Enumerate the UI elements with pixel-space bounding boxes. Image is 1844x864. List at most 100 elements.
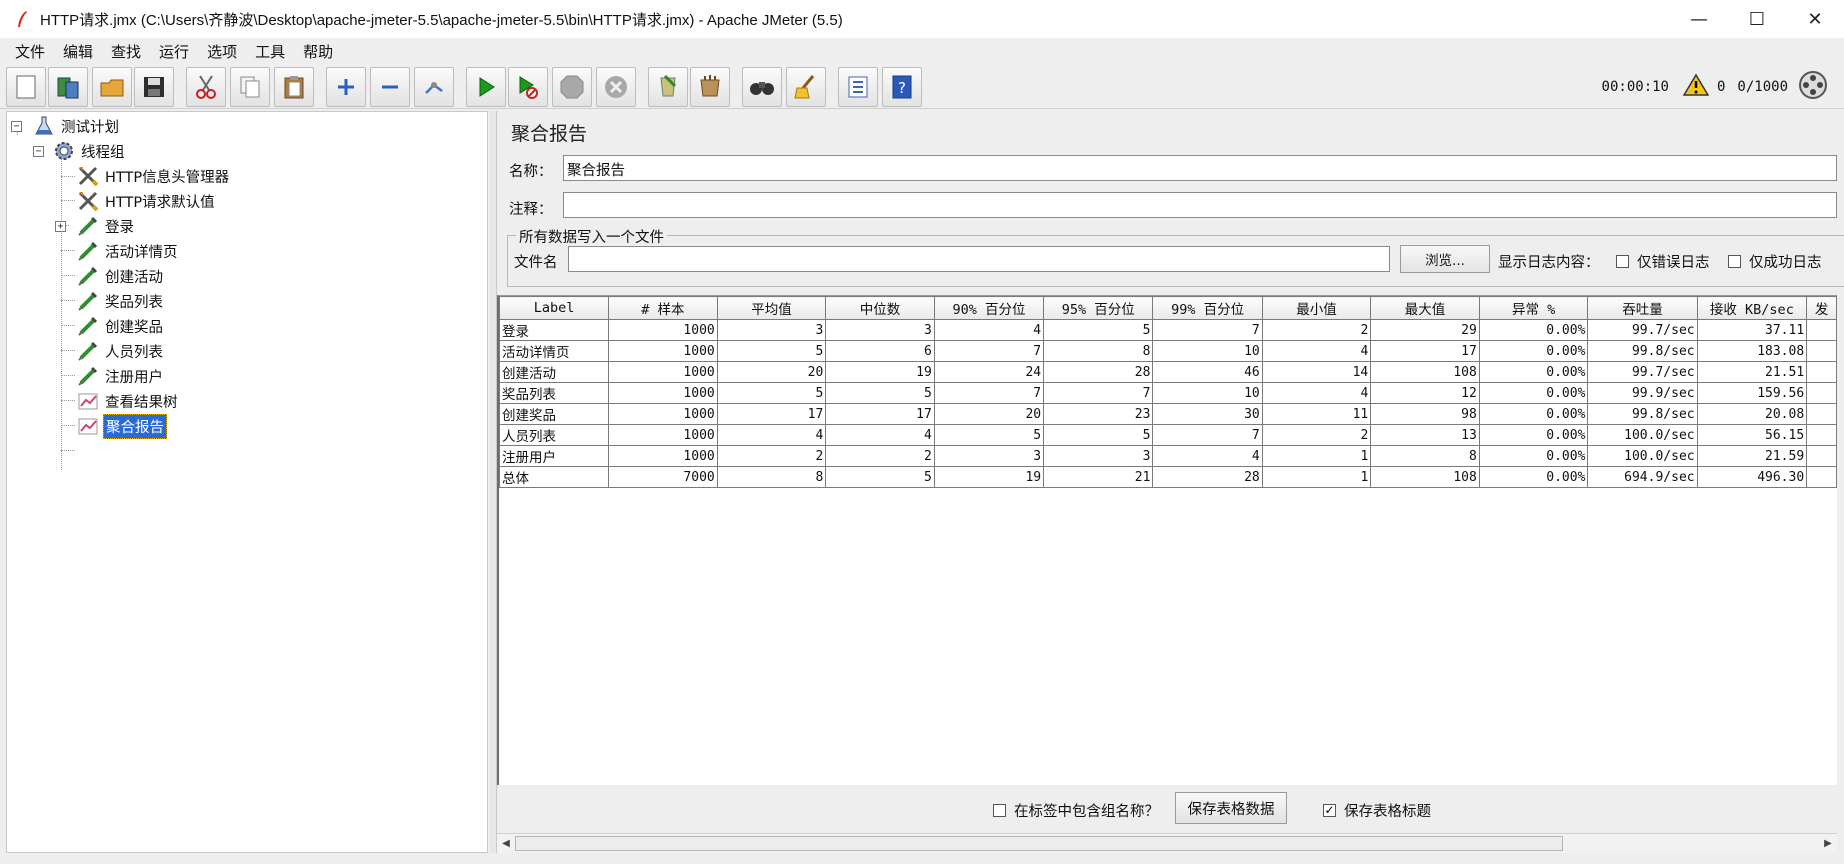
save-table-header-checkbox[interactable]: ✓ 保存表格标题 <box>1323 800 1431 821</box>
col-sent-kb[interactable]: 发 <box>1806 296 1837 320</box>
table-row[interactable]: 人员列表 1000 4 4 5 5 7 2 13 0.00% 100.0/sec 56.15 <box>499 424 1837 446</box>
menu-tools[interactable]: 工具 <box>246 41 294 62</box>
expand-icon[interactable] <box>326 67 366 107</box>
table-row[interactable]: 创建奖品 1000 17 17 20 23 30 11 98 0.00% 99.8/sec 20.08 <box>499 403 1837 425</box>
menu-file[interactable]: 文件 <box>6 41 54 62</box>
col-median[interactable]: 中位数 <box>825 296 935 320</box>
checkbox-box[interactable] <box>1728 255 1741 268</box>
minimize-button[interactable]: — <box>1670 0 1728 38</box>
stop-icon[interactable] <box>552 67 592 107</box>
log-content-label: 显示日志内容： <box>1498 255 1600 271</box>
table-header-row: Label # 样本 平均值 中位数 90% 百分位 95% 百分位 99% 百… <box>499 296 1837 320</box>
collapse-toggle-icon[interactable]: − <box>11 121 22 132</box>
tree-item-test-plan[interactable]: − 测试计划 <box>11 115 121 137</box>
include-group-name-checkbox[interactable]: 在标签中包含组名称？ <box>993 800 1159 821</box>
shutdown-icon[interactable] <box>596 67 636 107</box>
jmeter-feather-icon <box>12 9 32 29</box>
save-table-data-button[interactable]: 保存表格数据 <box>1175 792 1287 824</box>
window-title: HTTP请求.jmx (C:\Users\齐静波\Desktop\apache-… <box>40 11 843 29</box>
menu-search[interactable]: 查找 <box>102 41 150 62</box>
col-label[interactable]: Label <box>499 296 610 320</box>
col-max[interactable]: 最大值 <box>1370 296 1480 320</box>
table-row[interactable]: 活动详情页 1000 5 6 7 8 10 4 17 0.00% 99.8/sec 183.08 <box>499 340 1837 362</box>
table-row[interactable]: 奖品列表 1000 5 5 7 7 10 4 12 0.00% 99.9/sec 159.56 <box>499 382 1837 404</box>
col-min[interactable]: 最小值 <box>1261 296 1372 320</box>
scroll-left-icon[interactable]: ◀ <box>497 834 515 853</box>
col-average[interactable]: 平均值 <box>716 296 827 320</box>
tree-item-activity-detail[interactable]: 活动详情页 <box>77 240 180 262</box>
tree-item-register-user[interactable]: 注册用户 <box>77 365 165 387</box>
tree-item-user-list[interactable]: 人员列表 <box>77 340 165 362</box>
copy-icon[interactable] <box>230 67 270 107</box>
toggle-icon[interactable] <box>414 67 454 107</box>
menu-help[interactable]: 帮助 <box>294 41 342 62</box>
reset-search-icon[interactable] <box>786 67 826 107</box>
filename-field[interactable] <box>568 246 1390 272</box>
clear-all-icon[interactable] <box>690 67 730 107</box>
tree-item-create-activity[interactable]: 创建活动 <box>77 265 165 287</box>
maximize-button[interactable]: ☐ <box>1728 0 1786 38</box>
cut-icon[interactable] <box>186 67 226 107</box>
page-title: 聚合报告 <box>511 123 588 145</box>
table-cell-truncated <box>1806 424 1837 446</box>
start-icon[interactable] <box>466 67 506 107</box>
checkbox-box[interactable] <box>1616 255 1629 268</box>
horizontal-scrollbar[interactable]: ◀ ▶ <box>497 833 1837 853</box>
expand-toggle-icon[interactable]: + <box>55 221 66 232</box>
help-icon[interactable]: ? <box>882 67 922 107</box>
templates-icon[interactable] <box>48 67 88 107</box>
table-row[interactable]: 注册用户 1000 2 2 3 3 4 1 8 0.00% 100.0/sec 21.59 <box>499 445 1837 467</box>
collapse-toggle-icon[interactable]: − <box>33 146 44 157</box>
save-icon[interactable] <box>134 67 174 107</box>
menu-edit[interactable]: 编辑 <box>54 41 102 62</box>
col-samples[interactable]: # 样本 <box>608 296 718 320</box>
col-throughput[interactable]: 吞吐量 <box>1587 296 1698 320</box>
scrollbar-thumb[interactable] <box>515 836 1563 851</box>
tree-item-thread-group[interactable]: − 线程组 <box>33 140 127 162</box>
col-99-percentile[interactable]: 99% 百分位 <box>1152 296 1263 320</box>
tree-item-create-prize[interactable]: 创建奖品 <box>77 315 165 337</box>
table-cell: 100.0/sec <box>1587 445 1698 467</box>
col-error-pct[interactable]: 异常 % <box>1478 296 1589 320</box>
file-output-group: 所有数据写入一个文件 文件名 浏览... 显示日志内容： 仅错误日志 仅成功日志 <box>507 226 1844 287</box>
checkbox-box[interactable] <box>993 804 1006 817</box>
clear-icon[interactable] <box>648 67 688 107</box>
menu-run[interactable]: 运行 <box>150 41 198 62</box>
tree-item-prize-list[interactable]: 奖品列表 <box>77 290 165 312</box>
new-icon[interactable] <box>6 67 46 107</box>
function-helper-icon[interactable] <box>838 67 878 107</box>
table-cell: 1 <box>1261 466 1372 488</box>
close-button[interactable]: ✕ <box>1786 0 1844 38</box>
tree-item-http-request-defaults[interactable]: HTTP请求默认值 <box>77 190 217 212</box>
scroll-right-icon[interactable]: ▶ <box>1819 834 1837 853</box>
col-95-percentile[interactable]: 95% 百分位 <box>1043 296 1154 320</box>
browse-button[interactable]: 浏览... <box>1400 245 1490 273</box>
open-icon[interactable] <box>92 67 132 107</box>
success-only-checkbox[interactable]: 仅成功日志 <box>1728 251 1822 272</box>
paste-icon[interactable] <box>274 67 314 107</box>
table-cell: 21.59 <box>1696 445 1808 467</box>
table-cell: 3 <box>825 319 935 341</box>
search-icon[interactable] <box>742 67 782 107</box>
table-row[interactable]: 登录 1000 3 3 4 5 7 2 29 0.00% 99.7/sec 37.11 <box>499 319 1837 341</box>
config-tools-icon <box>77 190 99 212</box>
errors-only-checkbox[interactable]: 仅错误日志 <box>1616 251 1710 272</box>
warning-icon[interactable] <box>1682 73 1710 101</box>
tree-item-aggregate-report[interactable]: 聚合报告 <box>77 413 167 439</box>
start-no-pause-icon[interactable] <box>508 67 548 107</box>
table-row[interactable]: 总体 7000 8 5 19 21 28 1 108 0.00% 694.9/sec 496.30 <box>499 466 1837 488</box>
table-cell: 14 <box>1261 361 1372 383</box>
comment-field[interactable] <box>563 192 1837 218</box>
test-plan-icon <box>33 115 55 137</box>
tree-item-view-results-tree[interactable]: 查看结果树 <box>77 390 180 412</box>
checkbox-box[interactable]: ✓ <box>1323 804 1336 817</box>
col-received-kb[interactable]: 接收 KB/sec <box>1696 296 1808 320</box>
table-row[interactable]: 创建活动 1000 20 19 24 28 46 14 108 0.00% 99.7/sec 21.5… <box>499 361 1837 383</box>
col-90-percentile[interactable]: 90% 百分位 <box>933 296 1045 320</box>
menu-options[interactable]: 选项 <box>198 41 246 62</box>
tree-item-http-header-manager[interactable]: HTTP信息头管理器 <box>77 165 231 187</box>
tree-item-login[interactable]: + 登录 <box>55 215 136 237</box>
collapse-icon[interactable] <box>370 67 410 107</box>
name-field[interactable]: 聚合报告 <box>563 155 1837 181</box>
table-cell-truncated <box>1806 445 1837 467</box>
